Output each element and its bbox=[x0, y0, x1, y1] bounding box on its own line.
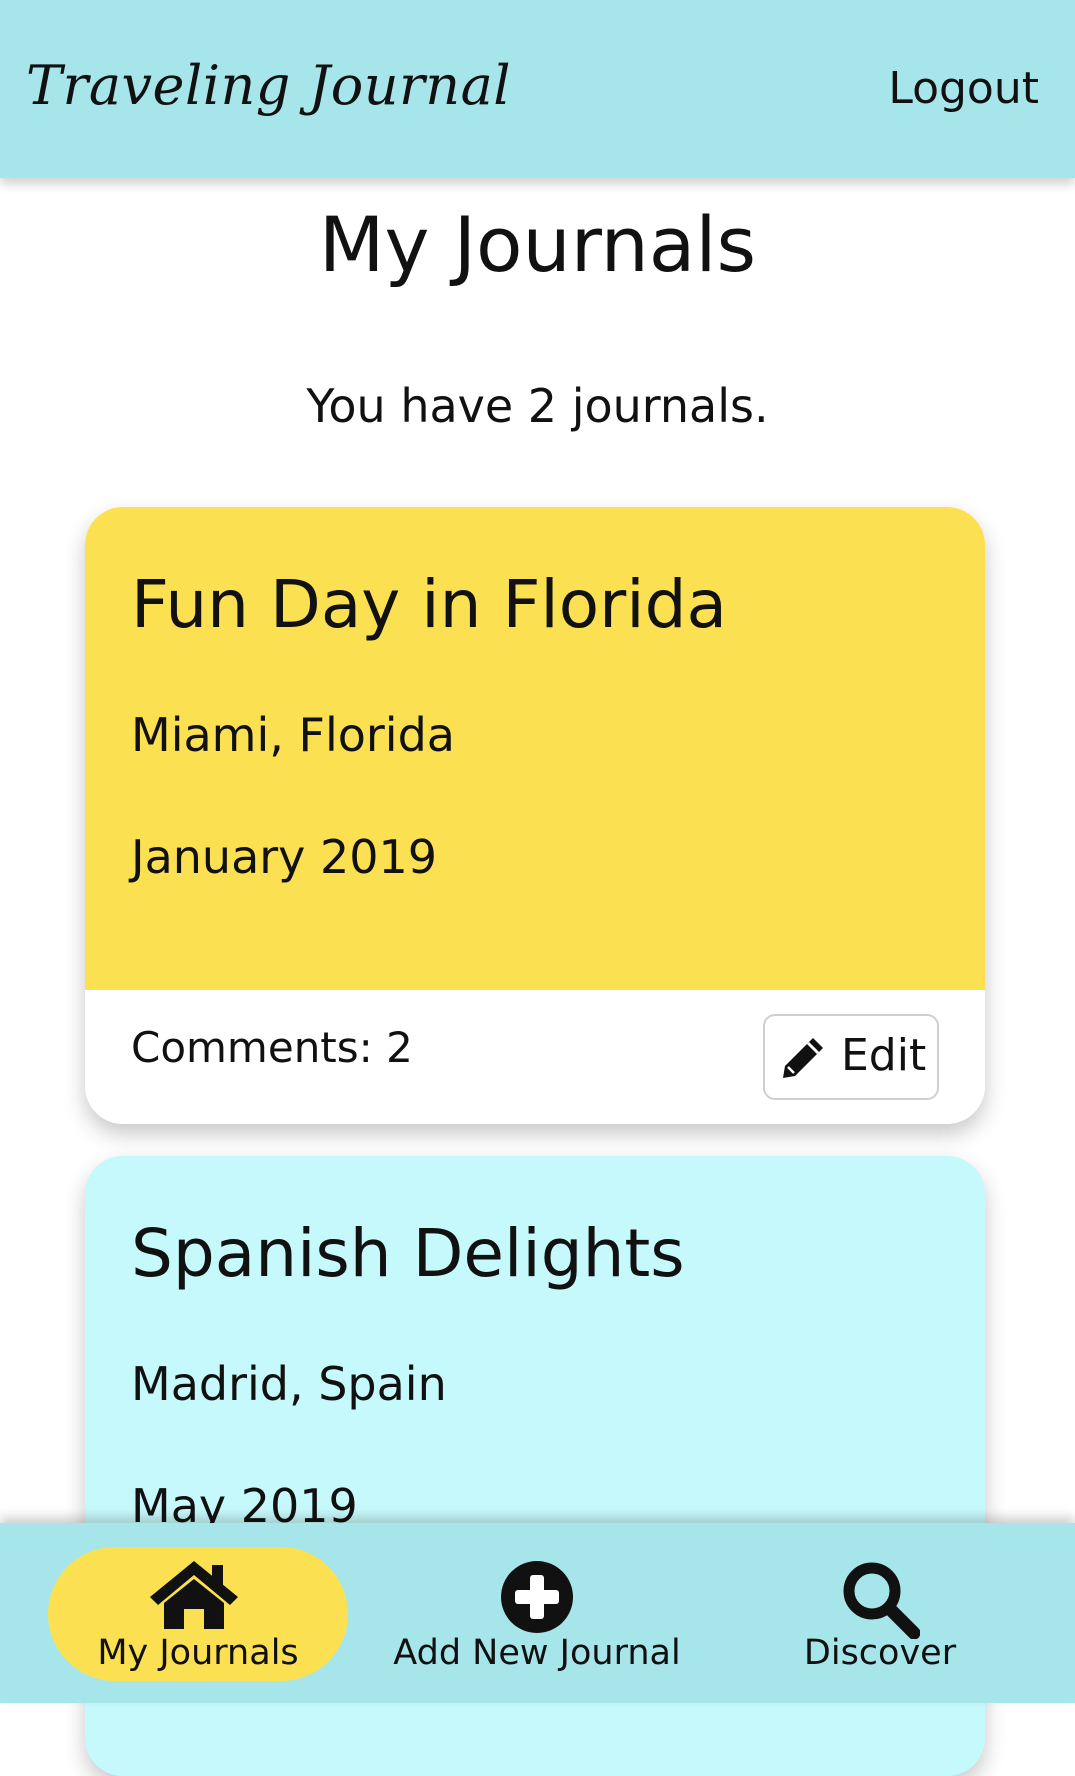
journal-count-text: You have 2 journals. bbox=[306, 379, 769, 433]
app-brand: Traveling Journal bbox=[26, 54, 512, 117]
journal-card[interactable]: Fun Day in Florida Miami, Florida Januar… bbox=[85, 507, 985, 1124]
journal-date: January 2019 bbox=[131, 830, 438, 884]
search-icon bbox=[843, 1562, 920, 1639]
edit-journal-button[interactable]: Edit bbox=[763, 1014, 939, 1100]
nav-label: Add New Journal bbox=[393, 1633, 681, 1673]
pencil-icon bbox=[783, 1038, 823, 1078]
logout-button[interactable]: Logout bbox=[888, 62, 1039, 116]
journal-title: Spanish Delights bbox=[131, 1215, 685, 1292]
journal-location: Madrid, Spain bbox=[131, 1357, 447, 1411]
comments-count: Comments: 2 bbox=[131, 1023, 413, 1072]
journal-card-footer: Comments: 2 Edit bbox=[85, 990, 985, 1124]
nav-label: Discover bbox=[803, 1633, 957, 1673]
home-icon bbox=[150, 1561, 238, 1629]
edit-label: Edit bbox=[841, 1030, 927, 1081]
bottom-navigation: My Journals Add New Journal Discover bbox=[0, 1523, 1075, 1703]
nav-add-new-journal[interactable]: Add New Journal bbox=[380, 1547, 694, 1681]
journal-location: Miami, Florida bbox=[131, 708, 455, 762]
journal-card-body[interactable]: Fun Day in Florida Miami, Florida Januar… bbox=[85, 507, 985, 990]
top-app-bar: Traveling Journal Logout bbox=[0, 0, 1075, 178]
plus-circle-icon bbox=[501, 1561, 573, 1633]
nav-my-journals[interactable]: My Journals bbox=[48, 1547, 348, 1681]
journal-title: Fun Day in Florida bbox=[131, 566, 727, 643]
page-title: My Journals bbox=[318, 200, 757, 289]
nav-label: My Journals bbox=[97, 1633, 299, 1673]
nav-discover[interactable]: Discover bbox=[780, 1547, 980, 1681]
